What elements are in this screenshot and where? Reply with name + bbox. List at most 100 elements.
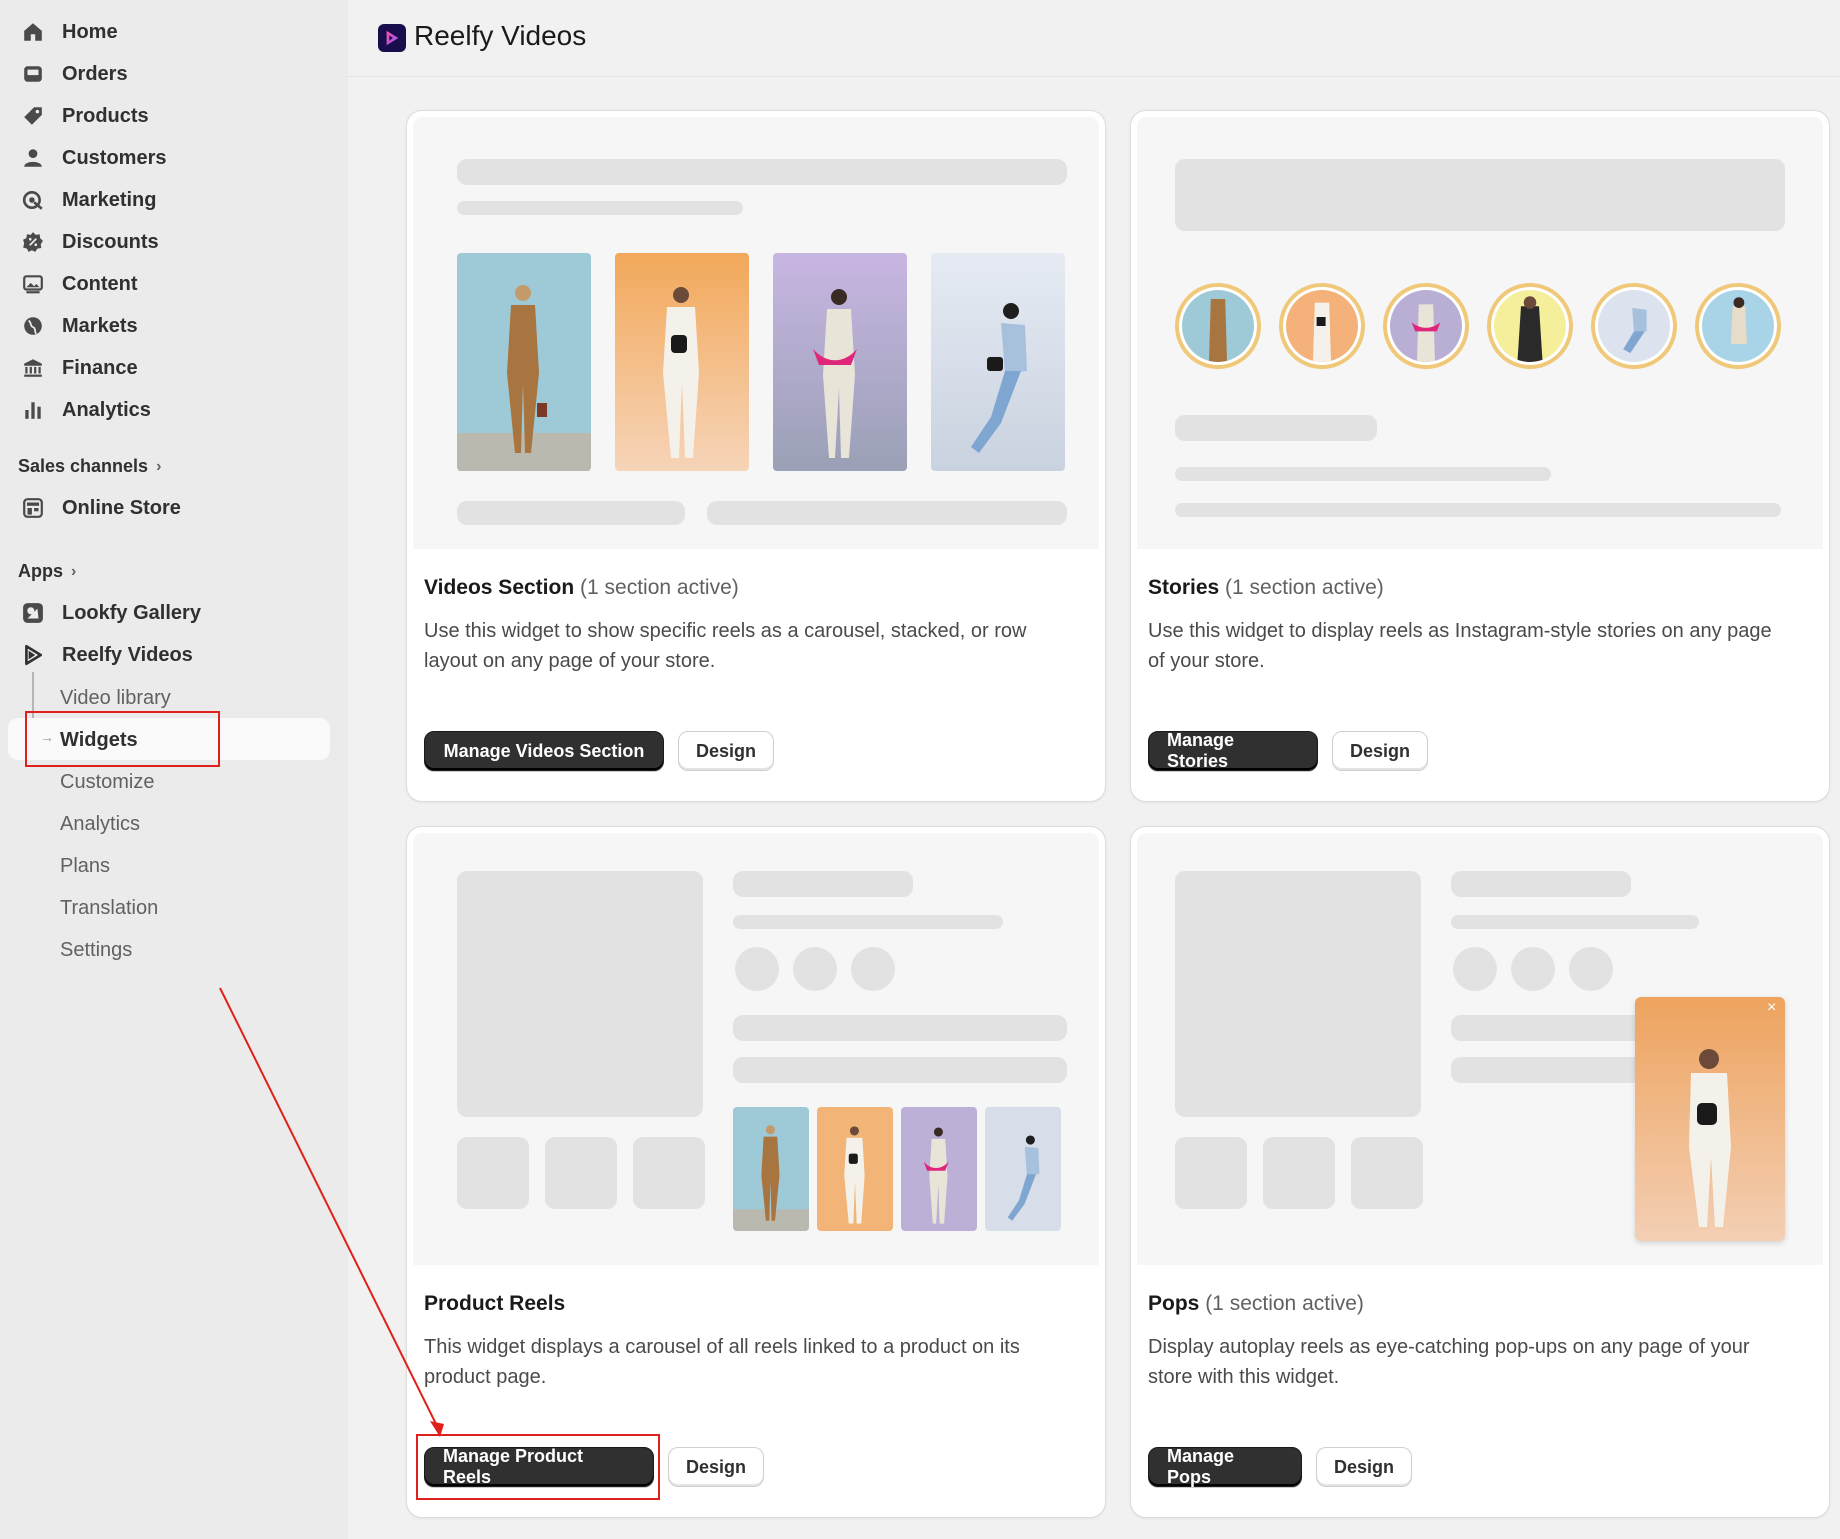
design-button[interactable]: Design <box>1316 1447 1412 1487</box>
reel-thumbnail[interactable] <box>817 1107 893 1231</box>
skeleton-dot <box>1511 947 1555 991</box>
card-description: Use this widget to show specific reels a… <box>424 620 1027 672</box>
reel-thumbnail[interactable] <box>985 1107 1061 1231</box>
nav-analytics-label: Analytics <box>62 398 151 421</box>
reelfy-icon <box>22 644 44 666</box>
skeleton-bar <box>707 501 1067 525</box>
skeleton-block <box>1175 159 1785 231</box>
videos-section-preview <box>413 117 1099 549</box>
card-title: Videos Section (1 section active) <box>424 576 739 600</box>
sales-channels-header[interactable]: Sales channels › <box>18 456 161 477</box>
nav-markets-label: Markets <box>62 314 138 337</box>
reel-thumbnail[interactable] <box>773 253 907 471</box>
skeleton-bar <box>733 1057 1067 1083</box>
skeleton-bar <box>733 1015 1067 1041</box>
card-title: Product Reels <box>424 1292 565 1316</box>
card-stories: Stories (1 section active) Use this widg… <box>1130 110 1830 802</box>
design-button[interactable]: Design <box>678 731 774 771</box>
story-circle[interactable] <box>1591 283 1677 369</box>
nav-content[interactable]: Content <box>22 263 138 305</box>
card-description: Use this widget to display reels as Inst… <box>1148 620 1772 672</box>
skeleton-dot <box>793 947 837 991</box>
skeleton-bar <box>457 201 743 215</box>
card-subtitle: (1 section active) <box>1205 1292 1364 1315</box>
nav-orders-label: Orders <box>62 62 128 85</box>
sub-analytics[interactable]: Analytics <box>60 804 140 844</box>
manage-videos-section-button[interactable]: Manage Videos Section <box>424 731 664 771</box>
apps-label: Apps <box>18 561 63 581</box>
nav-finance[interactable]: Finance <box>22 347 138 389</box>
skeleton-dot <box>851 947 895 991</box>
close-icon[interactable]: × <box>1767 999 1776 1017</box>
card-videos-section: Videos Section (1 section active) Use th… <box>406 110 1106 802</box>
chevron-right-icon: › <box>71 562 77 580</box>
nav-lookfy-gallery[interactable]: Lookfy Gallery <box>22 592 201 634</box>
nav-analytics[interactable]: Analytics <box>22 389 151 431</box>
card-title-text: Videos Section <box>424 576 575 599</box>
skeleton-bar <box>457 159 1067 185</box>
reel-thumbnail[interactable] <box>615 253 749 471</box>
skeleton-bar <box>1175 467 1551 481</box>
card-subtitle: (1 section active) <box>580 576 739 599</box>
nav-content-label: Content <box>62 272 138 295</box>
manage-pops-button[interactable]: Manage Pops <box>1148 1446 1302 1487</box>
nav-orders[interactable]: Orders <box>22 53 128 95</box>
nav-products[interactable]: Products <box>22 95 149 137</box>
story-circle[interactable] <box>1175 283 1261 369</box>
nav-lookfy-label: Lookfy Gallery <box>62 601 201 624</box>
sales-channels-label: Sales channels <box>18 456 149 476</box>
skeleton-thumb <box>1263 1137 1335 1209</box>
sub-customize[interactable]: Customize <box>60 762 154 802</box>
sub-settings[interactable]: Settings <box>60 930 132 970</box>
manage-stories-button[interactable]: Manage Stories <box>1148 730 1318 771</box>
pop-video-preview[interactable] <box>1635 997 1785 1241</box>
product-reels-preview <box>413 833 1099 1265</box>
lookfy-icon <box>22 602 44 624</box>
reel-thumbnail[interactable] <box>901 1107 977 1231</box>
reel-thumbnail[interactable] <box>733 1107 809 1231</box>
target-icon <box>22 189 44 211</box>
story-circle[interactable] <box>1695 283 1781 369</box>
nav-home[interactable]: Home <box>22 11 118 53</box>
sidebar: Home Orders Products Customers Marketing… <box>0 0 348 1539</box>
skeleton-dot <box>1453 947 1497 991</box>
skeleton-image <box>457 871 703 1117</box>
nav-markets[interactable]: Markets <box>22 305 138 347</box>
bank-icon <box>22 357 44 379</box>
design-button[interactable]: Design <box>1332 731 1428 771</box>
story-circle[interactable] <box>1279 283 1365 369</box>
story-circle[interactable] <box>1487 283 1573 369</box>
story-circle[interactable] <box>1383 283 1469 369</box>
discount-icon <box>22 231 44 253</box>
skeleton-image <box>1175 871 1421 1117</box>
design-button[interactable]: Design <box>668 1447 764 1487</box>
nav-home-label: Home <box>62 20 118 43</box>
store-icon <box>22 497 44 519</box>
skeleton-bar <box>1175 503 1781 517</box>
person-icon <box>22 147 44 169</box>
reel-thumbnail[interactable] <box>931 253 1065 471</box>
skeleton-bar <box>1451 1015 1651 1041</box>
nav-products-label: Products <box>62 104 149 127</box>
reel-thumbnail[interactable] <box>457 253 591 471</box>
nav-customers[interactable]: Customers <box>22 137 166 179</box>
stories-preview <box>1137 117 1823 549</box>
sub-translation[interactable]: Translation <box>60 888 158 928</box>
sub-plans[interactable]: Plans <box>60 846 110 886</box>
skeleton-dot <box>1569 947 1613 991</box>
nav-marketing-label: Marketing <box>62 188 157 211</box>
apps-header[interactable]: Apps › <box>18 561 76 582</box>
nav-discounts[interactable]: Discounts <box>22 221 159 263</box>
card-title: Stories (1 section active) <box>1148 576 1384 600</box>
card-description: This widget displays a carousel of all r… <box>424 1336 1020 1388</box>
image-icon <box>22 273 44 295</box>
skeleton-bar <box>457 501 685 525</box>
skeleton-bar <box>1451 915 1699 929</box>
skeleton-thumb <box>457 1137 529 1209</box>
nav-marketing[interactable]: Marketing <box>22 179 156 221</box>
nav-online-store[interactable]: Online Store <box>22 487 181 529</box>
nav-reelfy-videos[interactable]: Reelfy Videos <box>22 634 193 676</box>
card-title-text: Stories <box>1148 576 1220 599</box>
card-title: Pops (1 section active) <box>1148 1292 1364 1316</box>
skeleton-bar <box>733 871 913 897</box>
